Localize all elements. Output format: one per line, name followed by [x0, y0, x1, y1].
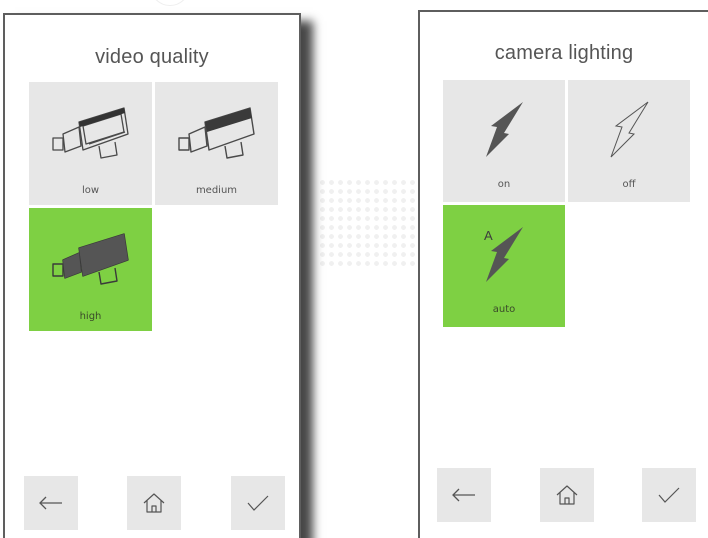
lighting-option-auto[interactable]: A auto: [443, 205, 565, 327]
option-label: on: [497, 179, 511, 190]
confirm-button[interactable]: [642, 468, 696, 522]
home-button[interactable]: [540, 468, 594, 522]
option-label: medium: [195, 185, 238, 196]
home-button[interactable]: [127, 476, 181, 530]
option-label: low: [81, 185, 100, 196]
camera-lighting-panel: camera lighting on off A auto: [418, 10, 708, 538]
background-pattern: [318, 178, 426, 270]
back-button[interactable]: [437, 468, 491, 522]
background-arc: [150, 0, 190, 6]
quality-option-high[interactable]: high: [29, 208, 152, 331]
checkmark-icon: [658, 487, 680, 503]
lighting-option-off[interactable]: off: [568, 80, 690, 202]
arrow-left-icon: [452, 488, 475, 502]
option-label: high: [79, 311, 102, 322]
back-button[interactable]: [24, 476, 78, 530]
arrow-left-icon: [39, 496, 62, 510]
option-label: off: [622, 179, 636, 190]
panel-title: camera lighting: [494, 42, 634, 64]
home-icon: [143, 493, 165, 513]
auto-badge: A: [484, 228, 493, 243]
video-quality-panel: video quality low medium high: [3, 13, 301, 538]
home-icon: [556, 485, 578, 505]
quality-option-medium[interactable]: medium: [155, 82, 278, 205]
confirm-button[interactable]: [231, 476, 285, 530]
lighting-option-on[interactable]: on: [443, 80, 565, 202]
quality-option-low[interactable]: low: [29, 82, 152, 205]
option-label: auto: [492, 304, 516, 315]
checkmark-icon: [247, 495, 269, 511]
panel-title: video quality: [95, 46, 209, 68]
